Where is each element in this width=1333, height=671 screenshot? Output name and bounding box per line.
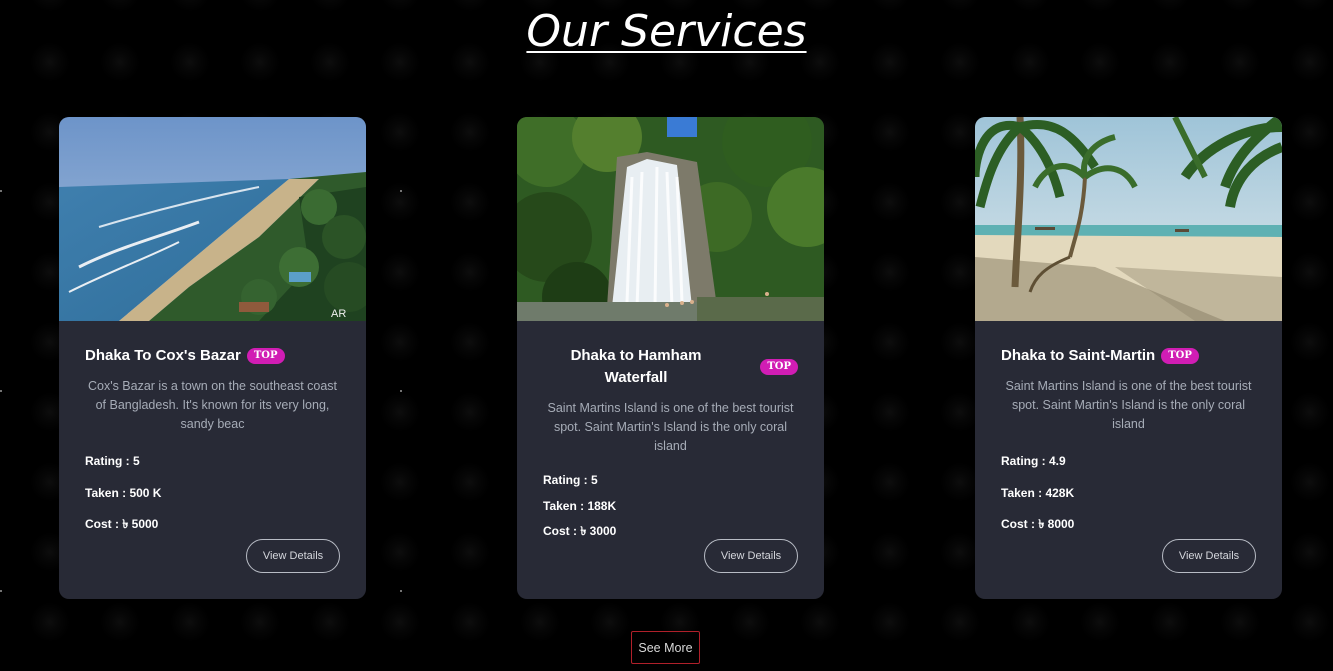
services-page: Our Services AR Dhaka To Cox's Bazar TOP… xyxy=(0,0,1333,671)
card-description: Saint Martins Island is one of the best … xyxy=(547,401,794,453)
top-badge: TOP xyxy=(246,348,285,364)
background-sparkle xyxy=(400,590,402,592)
card-taken: Taken : 188K xyxy=(543,498,617,513)
card-cost: Cost : ৳ 8000 xyxy=(1001,517,1075,531)
background-sparkle xyxy=(400,390,402,392)
view-details-button[interactable]: View Details xyxy=(246,539,340,573)
card-cost: Cost : ৳ 5000 xyxy=(85,517,159,531)
top-badge: TOP xyxy=(760,359,798,375)
see-more-button[interactable]: See More xyxy=(631,631,700,664)
service-card-saint-martin: Dhaka to Saint-Martin TOP Saint Martins … xyxy=(975,117,1282,599)
card-title: Dhaka to Hamham Waterfall xyxy=(570,347,702,386)
top-badge: TOP xyxy=(1161,348,1199,364)
card-rating: Rating : 4.9 xyxy=(1001,454,1066,468)
card-rating: Rating : 5 xyxy=(85,454,140,468)
background-sparkle xyxy=(400,190,402,192)
card-description: Cox's Bazar is a town on the southeast c… xyxy=(87,379,338,431)
card-taken: Taken : 500 K xyxy=(85,485,162,500)
view-details-button[interactable]: View Details xyxy=(1162,539,1256,573)
service-card-hamham-waterfall: Dhaka to Hamham Waterfall TOP Saint Mart… xyxy=(517,117,824,599)
page-title: Our Services xyxy=(526,6,807,57)
card-title: Dhaka to Saint-Martin xyxy=(1001,347,1156,364)
view-details-button[interactable]: View Details xyxy=(704,539,798,573)
saint-martin-beach-image xyxy=(975,117,1282,321)
coxs-bazar-beach-image: AR xyxy=(59,117,366,321)
card-description: Saint Martins Island is one of the best … xyxy=(1005,379,1252,431)
hamham-waterfall-image xyxy=(517,117,824,321)
background-sparkle xyxy=(0,190,2,192)
image-watermark: AR xyxy=(331,308,346,320)
service-card-coxs-bazar: AR Dhaka To Cox's Bazar TOP Cox's Bazar … xyxy=(59,117,366,599)
card-title: Dhaka To Cox's Bazar xyxy=(85,347,241,364)
card-taken: Taken : 428K xyxy=(1001,485,1075,500)
card-rating: Rating : 5 xyxy=(543,473,598,487)
background-sparkle xyxy=(0,390,2,392)
background-sparkle xyxy=(0,590,2,592)
